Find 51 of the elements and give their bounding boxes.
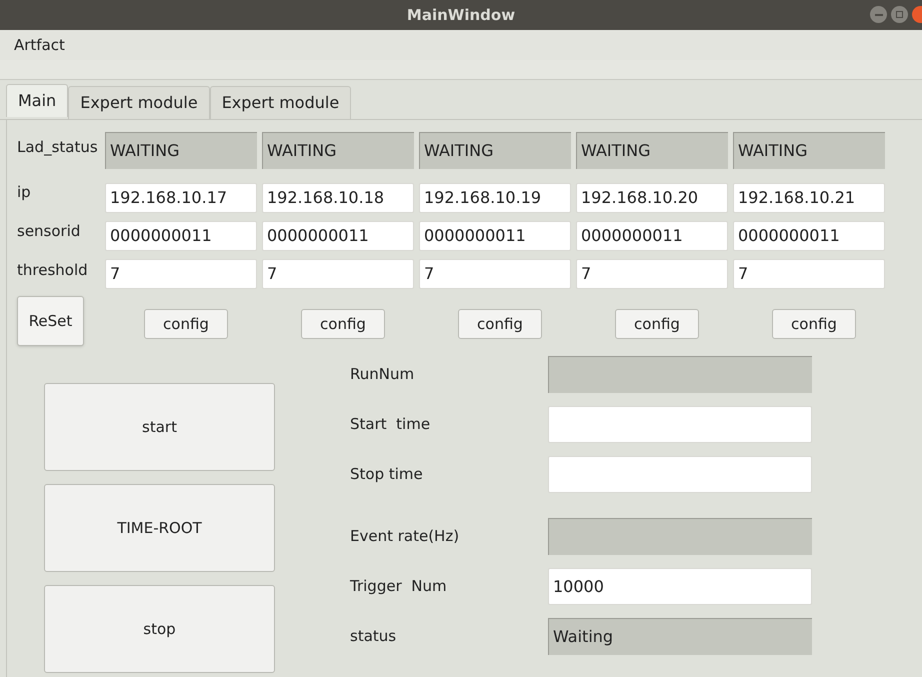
tab[interactable]: Expert module (210, 86, 352, 119)
action-button[interactable]: TIME-ROOT (44, 484, 275, 572)
action-button[interactable]: start (44, 383, 275, 471)
input-field[interactable] (548, 456, 812, 493)
window-title: MainWindow (406, 4, 516, 26)
status-display: WAITING (733, 132, 885, 169)
input-field[interactable]: 10000 (548, 568, 812, 605)
sensorid-field[interactable]: 0000000011 (105, 221, 257, 251)
minimize-icon[interactable] (870, 6, 887, 23)
status-display: WAITING (419, 132, 571, 169)
input-field[interactable] (548, 406, 812, 443)
sensorid-field[interactable]: 0000000011 (576, 221, 728, 251)
sensorid-field[interactable]: 0000000011 (419, 221, 571, 251)
ip-field[interactable]: 192.168.10.18 (262, 183, 414, 213)
field-label: RunNum (350, 364, 416, 386)
field-label: Event rate(Hz) (350, 526, 460, 548)
row-label: Lad_status (17, 136, 99, 158)
config-button[interactable]: config (144, 309, 228, 339)
config-button[interactable]: config (458, 309, 542, 339)
field-label: status (350, 626, 398, 648)
tab[interactable]: Main (6, 84, 68, 117)
threshold-field[interactable]: 7 (733, 259, 885, 289)
action-button[interactable]: stop (44, 585, 275, 673)
field-label: Start time (350, 414, 432, 436)
field-label: Trigger Num (350, 576, 448, 598)
threshold-field[interactable]: 7 (576, 259, 728, 289)
close-icon[interactable] (912, 6, 922, 23)
threshold-field[interactable]: 7 (105, 259, 257, 289)
reset-button[interactable]: ReSet (17, 296, 84, 346)
ip-field[interactable]: 192.168.10.20 (576, 183, 728, 213)
threshold-field[interactable]: 7 (419, 259, 571, 289)
tab[interactable]: Expert module (68, 86, 210, 119)
row-label: ip (17, 182, 32, 203)
menu-item[interactable]: Artfact (14, 34, 65, 56)
config-button[interactable]: config (301, 309, 385, 339)
config-button[interactable]: config (772, 309, 856, 339)
status-display: WAITING (105, 132, 257, 169)
row-label: sensorid (17, 220, 82, 242)
status-display: WAITING (262, 132, 414, 169)
ip-field[interactable]: 192.168.10.17 (105, 183, 257, 213)
row-label: threshold (17, 260, 89, 281)
maximize-icon[interactable] (891, 6, 908, 23)
status-display: WAITING (576, 132, 728, 169)
sensorid-field[interactable]: 0000000011 (733, 221, 885, 251)
field-label: Stop time (350, 464, 424, 486)
readonly-field: Waiting (548, 618, 812, 655)
config-button[interactable]: config (615, 309, 699, 339)
ip-field[interactable]: 192.168.10.19 (419, 183, 571, 213)
threshold-field[interactable]: 7 (262, 259, 414, 289)
ip-field[interactable]: 192.168.10.21 (733, 183, 885, 213)
sensorid-field[interactable]: 0000000011 (262, 221, 414, 251)
